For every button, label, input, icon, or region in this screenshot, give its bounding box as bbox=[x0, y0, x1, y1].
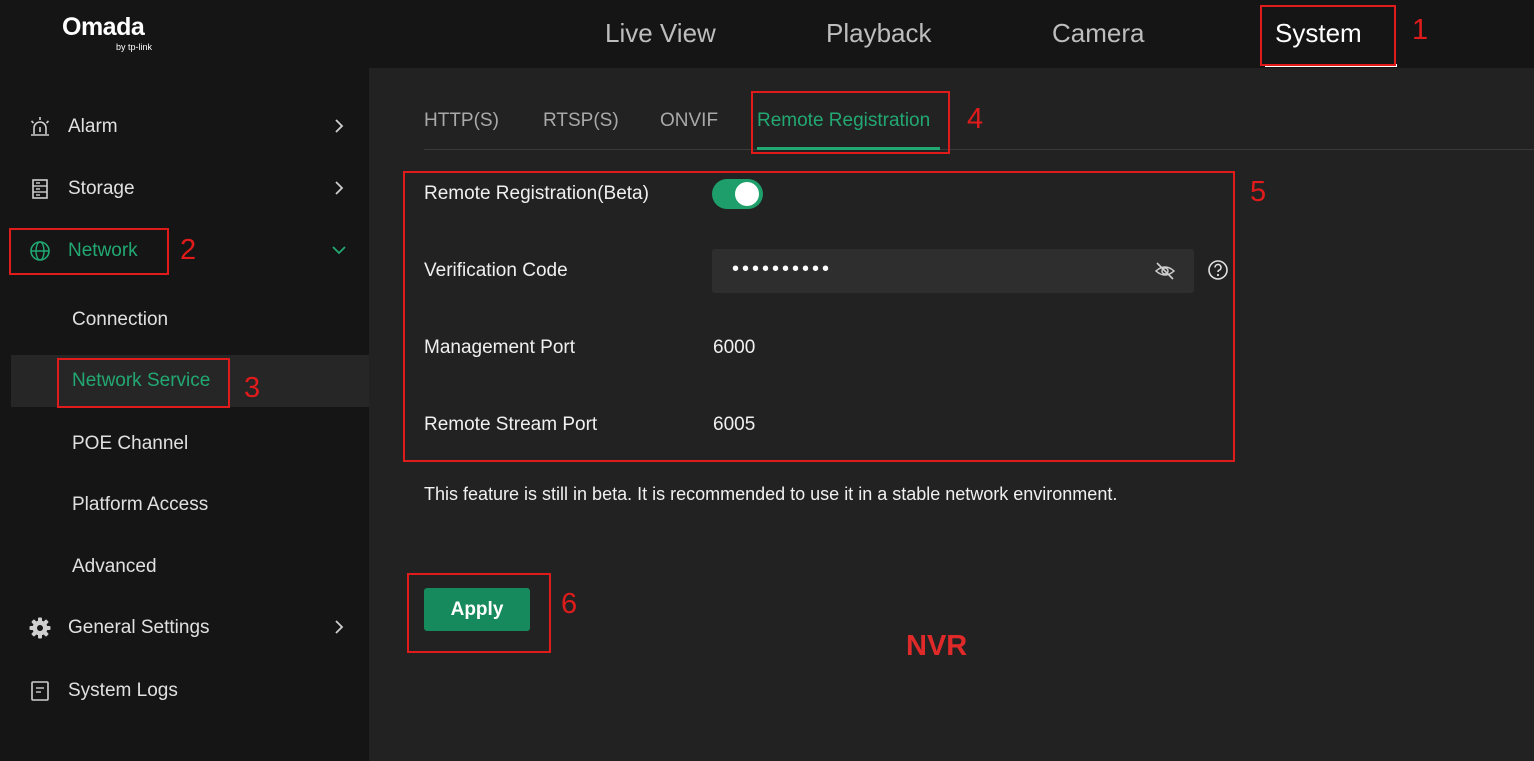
storage-icon bbox=[32, 179, 48, 199]
omada-logo: Omada by tp-link bbox=[62, 12, 172, 56]
annotation-number-6: 6 bbox=[561, 588, 578, 620]
chevron-down-icon bbox=[332, 246, 346, 255]
annotation-number-5: 5 bbox=[1250, 176, 1267, 208]
sidebar: Alarm Storage Network Connection Network… bbox=[0, 68, 369, 761]
annotation-box-1 bbox=[1260, 5, 1396, 66]
annotation-box-6 bbox=[407, 573, 551, 653]
annotation-box-2 bbox=[9, 228, 169, 275]
sidebar-item-label: Storage bbox=[68, 178, 135, 199]
chevron-right-icon bbox=[335, 620, 344, 634]
sidebar-item-alarm[interactable]: Alarm bbox=[0, 102, 369, 152]
tab-divider bbox=[424, 149, 1534, 150]
beta-note: This feature is still in beta. It is rec… bbox=[424, 484, 1118, 504]
annotation-number-3: 3 bbox=[244, 372, 261, 404]
sidebar-subitem-advanced[interactable]: Advanced bbox=[0, 541, 369, 593]
subitem-label: Platform Access bbox=[72, 494, 209, 515]
subitem-label: Connection bbox=[72, 309, 169, 330]
annotation-number-2: 2 bbox=[180, 234, 197, 266]
sidebar-subitem-platform-access[interactable]: Platform Access bbox=[0, 479, 369, 531]
annotation-box-3 bbox=[57, 358, 230, 408]
sidebar-item-label: System Logs bbox=[68, 680, 178, 701]
chevron-right-icon bbox=[335, 181, 344, 195]
subitem-label: POE Channel bbox=[72, 433, 189, 454]
chevron-right-icon bbox=[335, 119, 344, 133]
annotation-number-1: 1 bbox=[1412, 14, 1429, 46]
logo-text: Omada bbox=[62, 13, 145, 41]
sidebar-item-storage[interactable]: Storage bbox=[0, 164, 369, 214]
sidebar-item-label: Alarm bbox=[68, 116, 118, 137]
sidebar-item-general-settings[interactable]: General Settings bbox=[0, 603, 369, 653]
annotation-number-4: 4 bbox=[967, 103, 984, 135]
sidebar-subitem-connection[interactable]: Connection bbox=[0, 294, 369, 346]
annotation-box-4 bbox=[751, 91, 950, 154]
nvr-label: NVR bbox=[906, 630, 968, 662]
annotation-box-5 bbox=[403, 171, 1235, 462]
log-icon bbox=[31, 681, 49, 701]
tab-onvif[interactable]: ONVIF bbox=[660, 110, 718, 132]
topnav-playback[interactable]: Playback bbox=[826, 16, 932, 50]
gear-icon bbox=[29, 617, 51, 639]
topnav-camera[interactable]: Camera bbox=[1052, 16, 1144, 50]
tab-rtsps[interactable]: RTSP(S) bbox=[543, 110, 619, 132]
sidebar-item-label: General Settings bbox=[68, 617, 210, 638]
alarm-icon bbox=[30, 117, 50, 136]
tab-https[interactable]: HTTP(S) bbox=[424, 110, 499, 132]
logo-subtext: by tp-link bbox=[116, 42, 153, 52]
sidebar-item-system-logs[interactable]: System Logs bbox=[0, 666, 369, 716]
topnav-live-view[interactable]: Live View bbox=[605, 16, 716, 50]
sidebar-subitem-poe-channel[interactable]: POE Channel bbox=[0, 418, 369, 470]
subitem-label: Advanced bbox=[72, 556, 157, 577]
